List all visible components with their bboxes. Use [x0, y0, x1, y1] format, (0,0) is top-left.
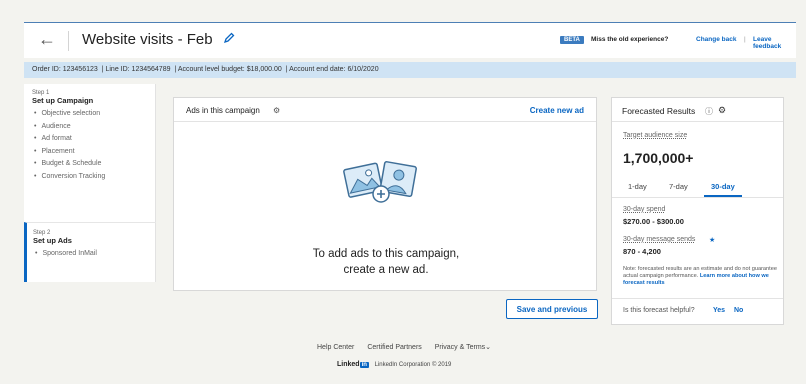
step-item-conversion[interactable]: Conversion Tracking	[34, 173, 147, 180]
star-icon: ★	[709, 237, 716, 244]
target-audience-label: Target audience size	[623, 132, 688, 139]
forecast-feedback: Is this forecast helpful? Yes No	[612, 298, 783, 324]
account-budget: | Account level budget: $18,000.00	[174, 66, 282, 73]
line-id: | Line ID: 1234564789	[101, 66, 171, 73]
ads-card-header: Ads in this campaign ⚙ Create new ad	[174, 98, 596, 122]
linkedin-logo-icon: in	[359, 362, 369, 368]
step-2[interactable]: Step 2 Set up Ads Sponsored InMail	[24, 222, 156, 282]
target-audience-value: 1,700,000+	[623, 150, 694, 166]
tab-7-day[interactable]: 7-day	[669, 182, 688, 191]
spend-value: $270.00 - $300.00	[623, 217, 684, 226]
back-arrow-icon[interactable]: ←	[38, 29, 56, 50]
ads-card-title: Ads in this campaign	[186, 106, 260, 115]
footer-brand: Linked in LinkedIn Corporation © 2019	[337, 361, 451, 368]
question-circle-icon[interactable]: ⓘ	[705, 106, 713, 117]
pencil-edit-icon[interactable]	[222, 31, 236, 45]
save-and-previous-button[interactable]: Save and previous	[506, 299, 598, 319]
active-tab-indicator	[704, 195, 742, 197]
page-header: ← Website visits - Feb BETA Miss the old…	[24, 22, 796, 58]
step-item-audience[interactable]: Audience	[34, 123, 147, 130]
certified-partners-link[interactable]: Certified Partners	[367, 344, 421, 351]
copyright-text: LinkedIn Corporation © 2019	[374, 362, 452, 368]
step-1-title: Set up Campaign	[32, 96, 94, 105]
leave-feedback-link[interactable]: Leave feedback	[753, 36, 796, 50]
change-back-link[interactable]: Change back	[696, 36, 736, 43]
empty-line-1: To add ads to this campaign,	[312, 248, 460, 260]
steps-sidebar: Step 1 Set up Campaign Objective selecti…	[24, 84, 156, 282]
step-item-placement[interactable]: Placement	[34, 148, 147, 155]
step-1[interactable]: Step 1 Set up Campaign Objective selecti…	[24, 84, 155, 191]
settings-gear-icon[interactable]: ⚙	[273, 106, 280, 115]
tab-1-day[interactable]: 1-day	[628, 182, 647, 191]
chevron-down-icon: ⌄	[485, 344, 492, 351]
link-separator: |	[744, 36, 746, 43]
forecast-period-tabs: 1-day 7-day 30-day	[612, 176, 783, 198]
gear-icon[interactable]: ⚙	[718, 105, 726, 116]
step-2-title: Set up Ads	[33, 236, 72, 245]
footer-links: Help Center Certified Partners Privacy &…	[317, 343, 502, 351]
order-id: Order ID: 123456123	[32, 66, 98, 73]
spend-label: 30-day spend	[623, 206, 666, 213]
step-item-objective[interactable]: Objective selection	[34, 110, 147, 117]
forecast-title: Forecasted Results	[622, 106, 696, 116]
forecast-note: Note: forecasted results are an estimate…	[623, 266, 778, 288]
step-item-ad-format[interactable]: Ad format	[34, 135, 147, 142]
account-end-date: | Account end date: 6/10/2020	[285, 66, 379, 73]
campaign-info-bar: Order ID: 123456123 | Line ID: 123456478…	[24, 62, 796, 78]
privacy-terms-link[interactable]: Privacy & Terms⌄	[435, 344, 491, 351]
tab-30-day[interactable]: 30-day	[711, 182, 735, 191]
step-item-budget[interactable]: Budget & Schedule	[34, 160, 147, 167]
page-footer: Help Center Certified Partners Privacy &…	[0, 335, 806, 384]
help-center-link[interactable]: Help Center	[317, 344, 354, 351]
empty-ads-message: To add ads to this campaign, create a ne…	[174, 246, 598, 278]
create-new-ad-button[interactable]: Create new ad	[530, 106, 584, 115]
no-link[interactable]: No	[734, 307, 743, 314]
header-divider	[68, 31, 69, 51]
yes-link[interactable]: Yes	[713, 307, 725, 314]
helpful-question: Is this forecast helpful?	[623, 307, 695, 314]
ad-images-illustration-icon	[343, 161, 417, 203]
page-title: Website visits - Feb	[82, 31, 213, 48]
message-sends-label: 30-day message sends	[623, 236, 696, 243]
step-item-sponsored-inmail[interactable]: Sponsored InMail	[35, 250, 150, 257]
miss-old-experience-text: Miss the old experience?	[591, 36, 669, 43]
beta-badge: BETA	[560, 36, 584, 44]
ads-campaign-card: Ads in this campaign ⚙ Create new ad To …	[173, 97, 597, 291]
empty-line-2: create a new ad.	[343, 264, 429, 276]
forecasted-results-card: Forecasted Results ⓘ ⚙ Target audience s…	[611, 97, 784, 325]
linkedin-logo-word: Linked	[337, 361, 360, 368]
message-sends-value: 870 - 4,200	[623, 247, 661, 256]
forecast-header: Forecasted Results ⓘ ⚙	[612, 98, 783, 122]
privacy-terms-label: Privacy & Terms	[434, 344, 486, 351]
